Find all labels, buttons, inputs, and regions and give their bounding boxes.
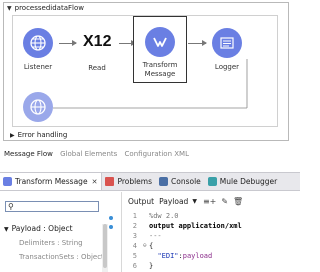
code-text: --- xyxy=(149,232,162,240)
chevron-right-icon[interactable]: ▶ xyxy=(10,132,15,139)
chevron-down-icon[interactable]: ▼ xyxy=(4,226,9,233)
view-tabs: Message Flow Global Elements Configurati… xyxy=(4,150,194,158)
code-text: output application/xml xyxy=(149,222,242,230)
flow-header[interactable]: ▼ processedidataFlow xyxy=(4,3,288,13)
problems-icon xyxy=(105,177,115,186)
output-label: Output xyxy=(128,196,155,206)
line-number: 3 xyxy=(132,232,137,240)
globe-icon xyxy=(23,92,53,122)
code-line: 6 } xyxy=(126,261,242,271)
line-number: 2 xyxy=(132,222,137,230)
tab-mule-debugger-label: Mule Debugger xyxy=(219,177,278,186)
code-line: 3 --- xyxy=(126,231,242,241)
code-line: 4 ⊖ { xyxy=(126,241,242,251)
tree-item[interactable]: Delimiters : String xyxy=(4,236,104,250)
delete-icon[interactable]: 🗑 xyxy=(233,197,243,206)
line-number: 1 xyxy=(132,212,137,220)
chevron-down-icon[interactable]: ▼ xyxy=(7,5,12,12)
scrollbar-thumb[interactable] xyxy=(103,224,107,268)
flow-body: Listener X12 Read Transform Message Logg… xyxy=(12,15,278,127)
tab-problems-label: Problems xyxy=(117,177,153,186)
input-pane: ⚲ ▼ Payload : Object Delimiters : String … xyxy=(0,192,117,272)
tab-console-label: Console xyxy=(171,177,201,186)
code-line: 2 output application/xml xyxy=(126,221,242,231)
output-pane: Output Payload ▼ ≡+ ✎ 🗑 1 %dw 2.0 2 outp… xyxy=(121,192,300,272)
mapping-dot[interactable] xyxy=(109,216,113,220)
line-number: 4 xyxy=(132,242,137,250)
mapping-column xyxy=(108,216,120,272)
error-handling-label: Error handling xyxy=(17,131,68,139)
mapping-dot[interactable] xyxy=(109,225,113,229)
output-target-select[interactable]: Payload xyxy=(159,197,188,206)
tree-root-label: Payload : Object xyxy=(11,224,73,233)
close-icon[interactable]: ✕ xyxy=(92,178,98,186)
bottom-pane-tabs: Transform Message ✕ Problems Console Mul… xyxy=(0,172,300,191)
search-field[interactable]: ⚲ xyxy=(5,201,99,212)
edit-icon[interactable]: ✎ xyxy=(221,197,228,206)
tab-global-elements[interactable]: Global Elements xyxy=(60,150,117,158)
transform-icon xyxy=(3,177,12,186)
search-input[interactable] xyxy=(16,202,96,211)
flow-container[interactable]: ▼ processedidataFlow Listener X12 Read T… xyxy=(3,2,289,141)
tab-configuration-xml[interactable]: Configuration XML xyxy=(125,150,189,158)
tab-console[interactable]: Console xyxy=(156,173,205,190)
debugger-icon xyxy=(207,177,217,186)
flow-name: processedidataFlow xyxy=(14,4,84,12)
tree-item[interactable]: TransactionSets : Object xyxy=(4,250,104,264)
code-value: payload xyxy=(182,252,213,260)
flow-canvas: ▼ processedidataFlow Listener X12 Read T… xyxy=(0,0,300,152)
tree-root[interactable]: ▼ Payload : Object xyxy=(4,222,104,236)
tab-transform-message[interactable]: Transform Message ✕ xyxy=(0,173,103,190)
code-text: } xyxy=(149,262,154,270)
output-toolbar: Output Payload ▼ ≡+ ✎ 🗑 xyxy=(122,192,301,210)
tab-mule-debugger[interactable]: Mule Debugger xyxy=(205,173,281,190)
separator xyxy=(0,162,300,171)
add-icon[interactable]: ≡+ xyxy=(203,197,216,206)
chevron-down-icon[interactable]: ▼ xyxy=(192,198,197,205)
error-handling-section[interactable]: ▶ Error handling xyxy=(10,131,67,139)
secondary-source[interactable] xyxy=(19,92,57,122)
code-text: %dw 2.0 xyxy=(149,212,179,220)
line-number: 6 xyxy=(132,262,137,270)
tab-transform-message-label: Transform Message xyxy=(15,177,88,186)
code-text: { xyxy=(149,242,154,250)
line-number: 5 xyxy=(132,252,137,260)
tab-message-flow[interactable]: Message Flow xyxy=(4,150,53,158)
code-editor[interactable]: 1 %dw 2.0 2 output application/xml 3 ---… xyxy=(126,211,242,271)
input-tree: ▼ Payload : Object Delimiters : String Tr… xyxy=(4,222,104,264)
code-line: 1 %dw 2.0 xyxy=(126,211,242,221)
tab-problems[interactable]: Problems xyxy=(102,173,156,190)
console-icon xyxy=(159,177,169,186)
search-icon: ⚲ xyxy=(8,202,14,211)
code-key: "EDI" xyxy=(157,252,179,260)
code-line: 5 "EDI": payload xyxy=(126,251,242,261)
